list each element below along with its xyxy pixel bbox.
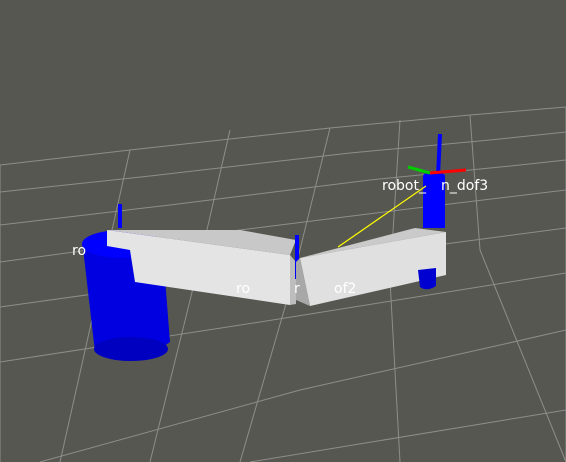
- frame-label-link2-part-a: ro: [236, 281, 251, 297]
- link1-z-axis: [118, 204, 122, 228]
- scene-canvas: [0, 106, 566, 462]
- frame-label-link1: ro: [72, 243, 87, 259]
- frame-label-link2-part-c: of2: [334, 281, 357, 297]
- 3d-viewport[interactable]: ro ro r of2 robot_ n_dof3: [0, 0, 566, 462]
- end-effector-axes: [407, 133, 467, 177]
- frame-label-link2-part-b: r: [294, 281, 300, 297]
- frame-label-link3-part-a: robot_: [382, 178, 426, 194]
- frame-label-link3-part-b: n_dof3: [441, 178, 489, 194]
- link3-arm-right[interactable]: [296, 228, 446, 306]
